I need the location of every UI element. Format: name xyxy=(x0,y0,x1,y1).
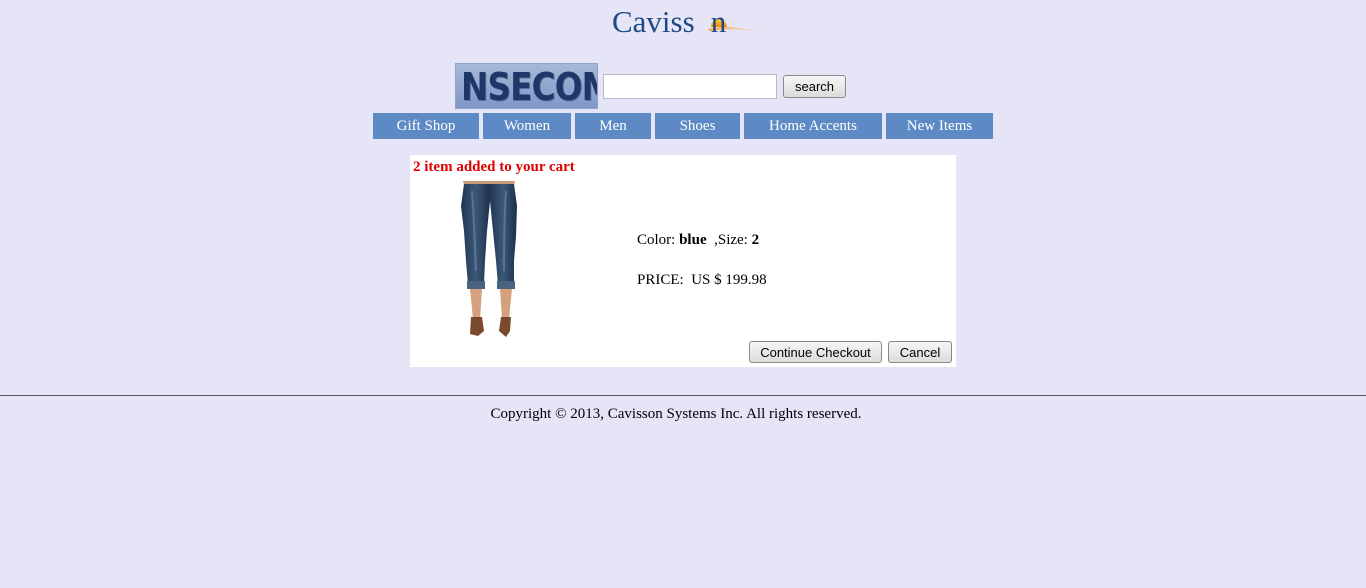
banner-text: NSECOM xyxy=(461,65,597,109)
nav-gift-shop[interactable]: Gift Shop xyxy=(373,113,479,139)
cart-added-message: 2 item added to your cart xyxy=(413,159,575,175)
logo-text: Caviss n xyxy=(612,4,727,39)
nav-home-accents[interactable]: Home Accents xyxy=(744,113,882,139)
copyright-text: Copyright © 2013, Cavisson Systems Inc. … xyxy=(490,406,862,422)
search-input[interactable] xyxy=(603,74,777,99)
size-value: 2 xyxy=(751,232,760,248)
color-label: Color: xyxy=(637,232,676,248)
nav-men[interactable]: Men xyxy=(575,113,651,139)
search-button[interactable]: search xyxy=(783,75,846,98)
nav-new-items[interactable]: New Items xyxy=(886,113,993,139)
product-color-size: Color: blue ,Size: 2 xyxy=(637,232,759,249)
nav-women[interactable]: Women xyxy=(483,113,571,139)
nsecom-banner[interactable]: NSECOM xyxy=(455,63,598,109)
page: Cavissn NSECOM search Gift Shop Women Me… xyxy=(0,0,1366,588)
price-value: US $ 199.98 xyxy=(691,272,767,288)
cavisson-logo[interactable]: Caviss n xyxy=(612,4,760,40)
cart-confirmation-panel: 2 item added to your cart Color: blue ,S… xyxy=(410,155,956,367)
cancel-button[interactable]: Cancel xyxy=(888,341,952,363)
nav-shoes[interactable]: Shoes xyxy=(655,113,740,139)
color-value: blue xyxy=(679,232,707,248)
price-label: PRICE: xyxy=(637,272,684,288)
footer-divider xyxy=(0,395,1366,396)
continue-checkout-button[interactable]: Continue Checkout xyxy=(749,341,882,363)
product-price: PRICE: US $ 199.98 xyxy=(637,272,767,289)
capri-jeans-image[interactable] xyxy=(456,181,522,341)
size-label: ,Size: xyxy=(714,232,748,248)
